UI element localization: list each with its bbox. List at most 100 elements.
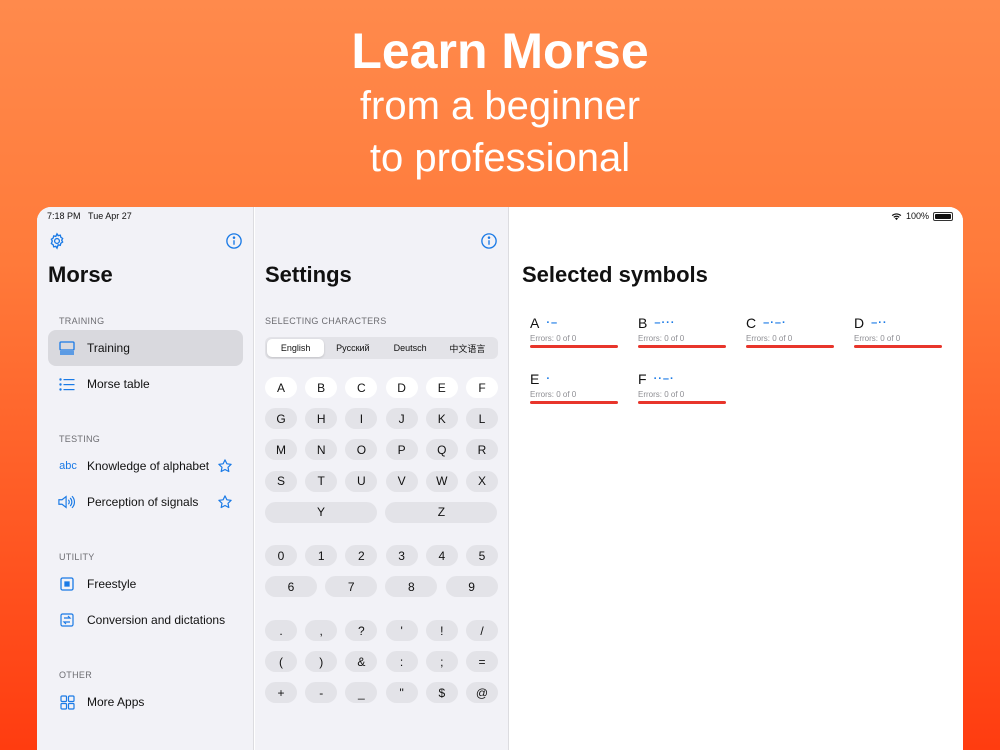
section-header-other: OTHER	[59, 670, 92, 680]
punctuation-key[interactable]: -	[305, 682, 338, 703]
sidebar-item-morse-table[interactable]: Morse table	[48, 366, 243, 402]
error-bar	[746, 345, 834, 348]
symbol-letter: D	[854, 315, 865, 331]
digit-key[interactable]: 2	[345, 545, 378, 566]
symbol-card[interactable]: D –·· Errors: 0 of 0	[854, 314, 942, 348]
letter-key[interactable]: G	[265, 408, 297, 430]
promo-headline: Learn Morse from a beginner to professio…	[0, 22, 1000, 184]
punctuation-key[interactable]: &	[345, 651, 378, 672]
section-header-training: TRAINING	[59, 316, 105, 326]
letter-key[interactable]: P	[385, 439, 418, 461]
punctuation-key[interactable]: ?	[345, 620, 378, 641]
letter-key[interactable]: D	[385, 377, 418, 398]
symbol-card[interactable]: F ··–· Errors: 0 of 0	[638, 370, 726, 404]
punctuation-key[interactable]: /	[466, 620, 498, 641]
sidebar-title: Morse	[48, 262, 113, 287]
star-icon[interactable]	[217, 494, 233, 510]
symbol-card[interactable]: A ·– Errors: 0 of 0	[530, 314, 618, 348]
sidebar-item-training[interactable]: Training	[48, 330, 243, 366]
letter-key[interactable]: W	[425, 470, 458, 492]
letter-key[interactable]: Q	[425, 439, 458, 461]
sidebar-item-more-apps[interactable]: More Apps	[48, 684, 243, 720]
punctuation-key[interactable]: _	[345, 682, 378, 703]
symbol-card[interactable]: E · Errors: 0 of 0	[530, 370, 618, 404]
error-bar	[530, 401, 618, 404]
punctuation-key[interactable]: !	[425, 620, 458, 641]
letter-key[interactable]: T	[305, 470, 338, 492]
segment-german[interactable]: Deutsch	[382, 339, 439, 357]
letter-key[interactable]: F	[466, 377, 498, 398]
letter-key[interactable]: M	[265, 439, 297, 461]
letter-key[interactable]: R	[466, 439, 498, 461]
punctuation-key[interactable]: ,	[305, 620, 338, 641]
segment-russian[interactable]: Русский	[324, 339, 381, 357]
sidebar-item-freestyle[interactable]: Freestyle	[48, 566, 243, 602]
error-bar	[638, 401, 726, 404]
punctuation-key[interactable]: )	[305, 651, 338, 672]
letter-key[interactable]: U	[345, 470, 378, 492]
letter-key[interactable]: O	[345, 439, 378, 461]
selecting-characters-header: SELECTING CHARACTERS	[265, 316, 387, 326]
punctuation-key[interactable]: =	[466, 651, 498, 672]
letter-key[interactable]: Y	[265, 501, 377, 523]
letter-key[interactable]: Z	[385, 501, 498, 523]
error-count: Errors: 0 of 0	[746, 334, 793, 343]
detail-panel: Selected symbols A ·– Errors: 0 of 0 B –··· E…	[510, 207, 963, 750]
letter-key[interactable]: J	[385, 408, 418, 430]
promo-subtitle-2: to professional	[369, 136, 631, 180]
morse-code: ·–	[546, 317, 559, 329]
error-bar	[638, 345, 726, 348]
segment-english[interactable]: English	[267, 339, 325, 357]
digit-key[interactable]: 9	[445, 576, 498, 597]
digit-key[interactable]: 8	[385, 576, 438, 597]
punctuation-key[interactable]: "	[385, 682, 418, 703]
info-icon[interactable]	[480, 232, 498, 250]
letter-key[interactable]: L	[466, 408, 498, 430]
sidebar-item-conversion-and-dictations[interactable]: Conversion and dictations	[48, 602, 243, 638]
digit-key[interactable]: 0	[265, 545, 297, 566]
punctuation-key[interactable]: '	[385, 620, 418, 641]
language-segmented-control: English Русский Deutsch 中文语言	[265, 337, 498, 359]
letter-key[interactable]: H	[305, 408, 338, 430]
section-header-utility: UTILITY	[59, 552, 95, 562]
letter-key[interactable]: X	[466, 470, 498, 492]
sidebar-item-knowledge-of-alphabet[interactable]: abc Knowledge of alphabet	[48, 448, 243, 484]
sidebar-item-label: Training	[87, 341, 130, 355]
punctuation-key[interactable]: .	[265, 620, 297, 641]
battery-icon	[933, 211, 953, 221]
letter-key[interactable]: E	[425, 377, 458, 398]
wifi-icon	[891, 212, 902, 220]
letter-key[interactable]: B	[305, 377, 338, 398]
letter-key[interactable]: I	[345, 408, 378, 430]
letter-key[interactable]: S	[265, 470, 297, 492]
star-icon[interactable]	[217, 458, 233, 474]
settings-panel: Settings SELECTING CHARACTERS English Ру…	[255, 207, 509, 750]
segment-chinese[interactable]: 中文语言	[439, 339, 496, 357]
gear-icon[interactable]	[48, 232, 66, 250]
digit-key[interactable]: 3	[385, 545, 418, 566]
punctuation-key[interactable]: :	[385, 651, 418, 672]
letter-key[interactable]: K	[425, 408, 458, 430]
punctuation-key[interactable]: +	[265, 682, 297, 703]
section-header-testing: TESTING	[59, 434, 101, 444]
digit-key[interactable]: 7	[325, 576, 378, 597]
punctuation-key[interactable]: @	[466, 682, 498, 703]
letter-key[interactable]: N	[305, 439, 338, 461]
digit-key[interactable]: 1	[305, 545, 338, 566]
letter-key[interactable]: V	[385, 470, 418, 492]
symbol-card[interactable]: B –··· Errors: 0 of 0	[638, 314, 726, 348]
symbol-letter: F	[638, 371, 647, 387]
sidebar-item-perception-of-signals[interactable]: Perception of signals	[48, 484, 243, 520]
punctuation-key[interactable]: (	[265, 651, 297, 672]
speaker-icon	[58, 493, 76, 511]
digit-key[interactable]: 6	[265, 576, 317, 597]
symbol-card[interactable]: C –·–· Errors: 0 of 0	[746, 314, 834, 348]
punctuation-key[interactable]: $	[425, 682, 458, 703]
info-icon[interactable]	[225, 232, 243, 250]
letter-key[interactable]: A	[265, 377, 297, 398]
letter-key[interactable]: C	[345, 377, 378, 398]
punctuation-key[interactable]: ;	[425, 651, 458, 672]
digit-key[interactable]: 5	[466, 545, 498, 566]
digit-key[interactable]: 4	[425, 545, 458, 566]
status-time: 7:18 PM Tue Apr 27	[47, 211, 132, 221]
